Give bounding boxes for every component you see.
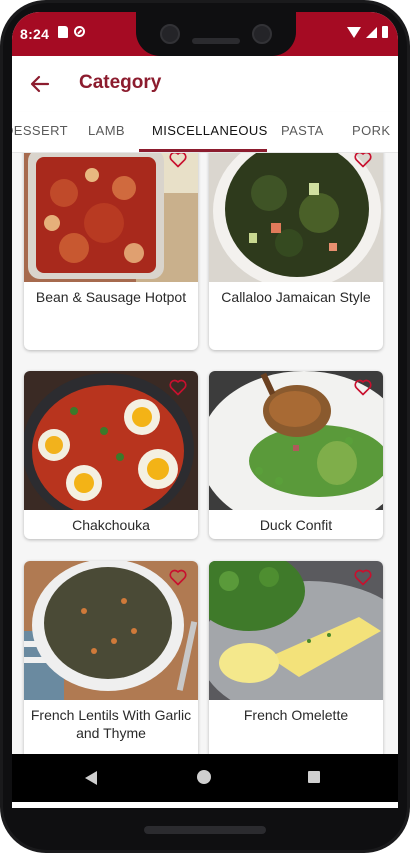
tab-pork[interactable]: PORK	[352, 123, 390, 138]
page-title: Category	[79, 72, 162, 93]
tab-indicator	[139, 149, 267, 152]
device-frame: 8:24 Category DESSERT L	[0, 0, 410, 853]
category-tabs: DESSERT LAMB MISCELLANEOUS PASTA PORK	[12, 112, 398, 153]
recipe-card[interactable]: French Omelette	[209, 561, 383, 759]
recipe-image	[209, 153, 383, 282]
do-not-disturb-icon	[74, 26, 85, 37]
status-time: 8:24	[20, 26, 50, 42]
earpiece-speaker	[192, 38, 240, 44]
status-left-icons	[58, 26, 85, 38]
recipe-name: French Lentils With Garlic and Thyme	[30, 707, 192, 741]
front-camera-icon	[252, 24, 272, 44]
heart-outline-icon[interactable]	[168, 153, 188, 169]
bottom-speaker	[144, 826, 266, 834]
recipe-name: French Omelette	[243, 707, 349, 723]
nav-home-icon[interactable]	[197, 770, 211, 784]
wifi-icon	[347, 26, 361, 38]
tab-lamb[interactable]: LAMB	[88, 123, 125, 138]
recipe-card[interactable]: Callaloo Jamaican Style	[209, 153, 383, 350]
nav-back-icon[interactable]	[85, 771, 97, 785]
recipe-grid: Bean & Sausage Hotpot Callaloo Jamaican …	[12, 153, 398, 765]
status-right-icons	[347, 26, 388, 38]
arrow-left-icon[interactable]	[26, 70, 54, 98]
camera-notch	[136, 12, 296, 56]
tab-miscellaneous[interactable]: MISCELLANEOUS	[152, 123, 268, 138]
tab-dessert[interactable]: DESSERT	[12, 123, 68, 138]
battery-icon	[382, 26, 388, 38]
recipe-card[interactable]: French Lentils With Garlic and Thyme	[24, 561, 198, 759]
recipe-card[interactable]: Duck Confit	[209, 371, 383, 539]
recipe-name: Callaloo Jamaican Style	[221, 289, 371, 305]
heart-outline-icon[interactable]	[168, 567, 188, 587]
recipe-card[interactable]: Bean & Sausage Hotpot	[24, 153, 198, 350]
recipe-image	[24, 153, 198, 282]
recipe-card[interactable]: Chakchouka	[24, 371, 198, 539]
screen: 8:24 Category DESSERT L	[12, 12, 398, 808]
cell-signal-icon	[366, 26, 377, 38]
heart-outline-icon[interactable]	[353, 377, 373, 397]
front-camera-icon	[160, 24, 180, 44]
status-bar: 8:24	[12, 12, 398, 56]
recipe-name: Duck Confit	[259, 517, 333, 533]
recipe-name: Chakchouka	[72, 517, 150, 533]
heart-outline-icon[interactable]	[168, 377, 188, 397]
heart-outline-icon[interactable]	[353, 153, 373, 169]
system-nav-bar	[12, 754, 398, 802]
nav-recents-icon[interactable]	[308, 771, 320, 783]
heart-outline-icon[interactable]	[353, 567, 373, 587]
tab-pasta[interactable]: PASTA	[281, 123, 324, 138]
app-bar: Category	[12, 56, 398, 112]
recipe-name: Bean & Sausage Hotpot	[35, 289, 187, 305]
sd-card-icon	[58, 26, 68, 38]
